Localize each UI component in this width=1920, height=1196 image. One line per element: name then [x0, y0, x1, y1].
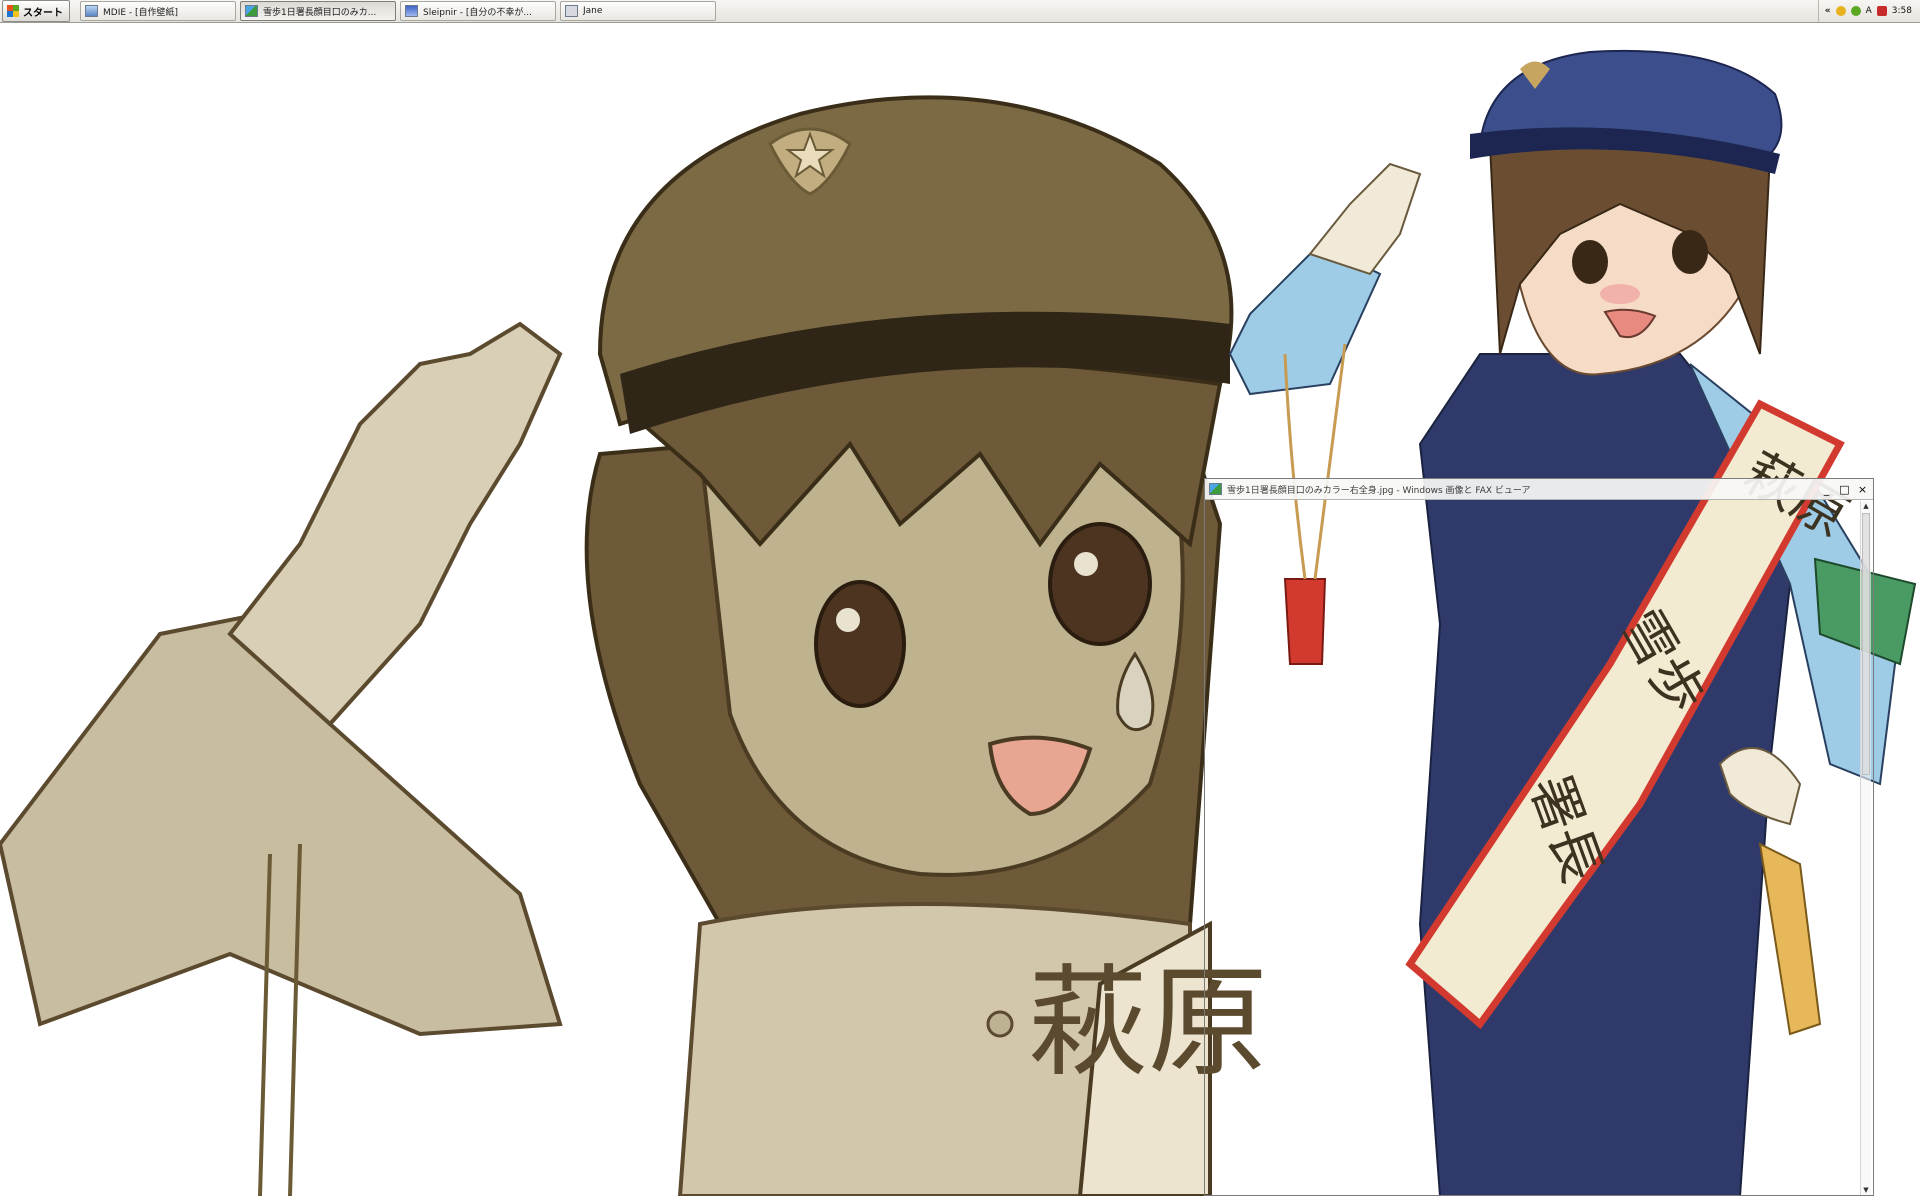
taskbar-button-sleipnir[interactable]: Sleipnir - [自分の不幸が...: [400, 1, 556, 21]
image-viewer-window: 雪歩1日署長顔目口のみカラー右全身.jpg - Windows 画像と FAX …: [1204, 478, 1874, 1196]
tray-network-icon[interactable]: [1850, 6, 1861, 16]
tray-security-icon[interactable]: [1876, 6, 1887, 16]
ie-icon: [85, 5, 98, 17]
minimize-button[interactable]: _: [1820, 483, 1833, 496]
scroll-down-icon[interactable]: ▼: [1861, 1185, 1871, 1195]
scrollbar-thumb[interactable]: [1862, 513, 1870, 775]
tray-expand-button[interactable]: «: [1825, 6, 1831, 16]
image-viewer-icon: [1209, 483, 1222, 495]
start-label: スタート: [23, 7, 63, 19]
ime-indicator[interactable]: A: [1866, 6, 1872, 16]
scroll-up-icon[interactable]: ▲: [1861, 501, 1871, 511]
maximize-button[interactable]: □: [1838, 483, 1851, 496]
clock[interactable]: 3:58: [1892, 6, 1912, 16]
start-button[interactable]: スタート: [2, 0, 70, 22]
taskbar-buttons: MDIE - [自作壁紙] 雪歩1日署長顔目口のみカ... Sleipnir -…: [80, 1, 716, 21]
taskbar: スタート MDIE - [自作壁紙] 雪歩1日署長顔目口のみカ... Sleip…: [0, 0, 1920, 23]
windows-logo-icon: [7, 5, 19, 17]
vertical-scrollbar[interactable]: ▲ ▼: [1860, 501, 1871, 1195]
tray-app-icon[interactable]: [1835, 6, 1846, 16]
jane-icon: [565, 5, 578, 17]
viewer-title-bar[interactable]: 雪歩1日署長顔目口のみカラー右全身.jpg - Windows 画像と FAX …: [1205, 479, 1873, 500]
system-tray: « A 3:58: [1817, 0, 1920, 22]
taskbar-button-jane[interactable]: Jane: [560, 1, 716, 21]
close-button[interactable]: ×: [1856, 483, 1869, 496]
taskbar-button-mdie[interactable]: MDIE - [自作壁紙]: [80, 1, 236, 21]
sleipnir-icon: [405, 5, 418, 17]
taskbar-button-label: Sleipnir - [自分の不幸が...: [423, 7, 532, 18]
taskbar-button-label: 雪歩1日署長顔目口のみカ...: [263, 7, 377, 18]
sepia-figure: 萩原: [0, 95, 1268, 1196]
taskbar-button-label: MDIE - [自作壁紙]: [103, 7, 179, 18]
taskbar-button-image-viewer[interactable]: 雪歩1日署長顔目口のみカ...: [240, 1, 396, 21]
taskbar-button-label: Jane: [583, 6, 603, 16]
image-viewer-icon: [245, 5, 258, 17]
viewer-title: 雪歩1日署長顔目口のみカラー右全身.jpg - Windows 画像と FAX …: [1227, 485, 1531, 496]
